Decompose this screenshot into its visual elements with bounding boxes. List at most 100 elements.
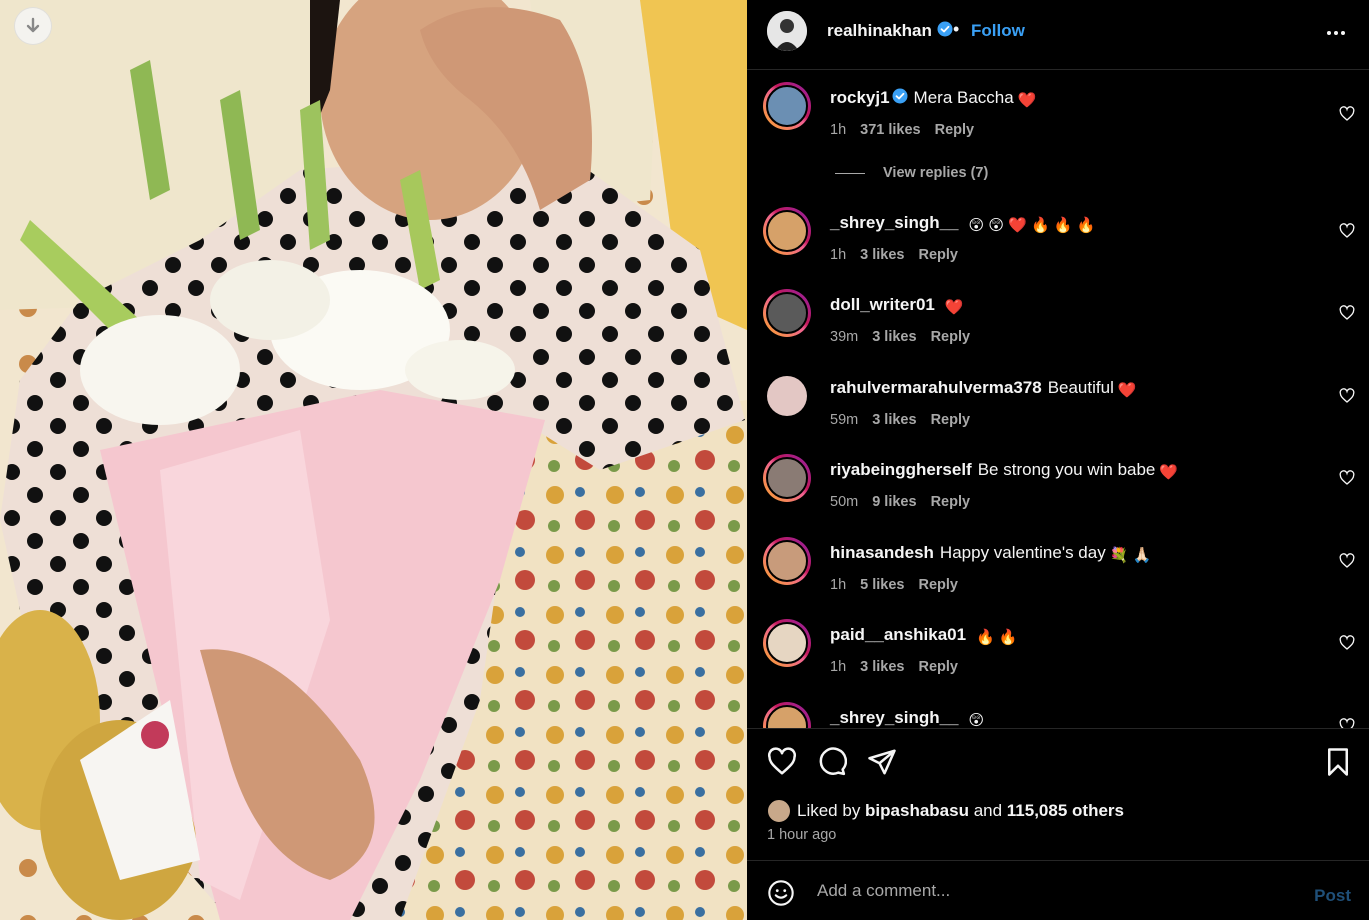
- comment-emojis: ❤️: [1159, 464, 1179, 481]
- comment-like-heart-icon[interactable]: [1339, 223, 1355, 244]
- commenter-avatar[interactable]: [763, 702, 811, 728]
- post-timestamp[interactable]: 1 hour ago: [767, 827, 836, 843]
- comment-body: Be strong you win babe: [977, 460, 1156, 479]
- comment-like-heart-icon[interactable]: [1339, 388, 1355, 409]
- comment-emojis: 💐 🙏🏻: [1109, 547, 1152, 564]
- comments-list[interactable]: rockyj1 Mera Baccha ❤️ 1h 371 likes Reply Vi…: [747, 70, 1369, 728]
- comment-emojis: 🔥 🔥: [976, 629, 1018, 646]
- comment-time: 1h: [830, 247, 847, 263]
- commenter-avatar[interactable]: [763, 619, 811, 667]
- comment-likes[interactable]: 9 likes: [872, 494, 916, 510]
- comment-time: 1h: [830, 122, 847, 138]
- comment-text-line: rahulvermarahulverma378 Beautiful ❤️: [830, 378, 1137, 398]
- comment-text-line: rockyj1 Mera Baccha ❤️: [830, 88, 1036, 109]
- reply-button[interactable]: Reply: [931, 329, 971, 345]
- view-replies-button[interactable]: View replies (7): [835, 165, 988, 181]
- post-actions: Liked by bipashabasu and 115,085 others …: [747, 728, 1369, 860]
- reply-button[interactable]: Reply: [918, 247, 958, 263]
- comment-time: 50m: [830, 494, 859, 510]
- comment-body: Happy valentine's day: [939, 543, 1106, 562]
- arrow-down-icon: [24, 17, 42, 35]
- comment-emojis: ❤️: [944, 299, 964, 316]
- comment-like-heart-icon[interactable]: [1339, 718, 1355, 728]
- comment-meta: 1h 3 likes Reply: [830, 247, 972, 263]
- comment-text-line: paid__anshika01 🔥 🔥: [830, 625, 1018, 645]
- commenter-avatar[interactable]: [763, 537, 811, 585]
- comment-emojis: 😲: [968, 712, 985, 728]
- comment-username[interactable]: _shrey_singh__: [830, 708, 959, 727]
- likes-count[interactable]: 115,085 others: [1007, 801, 1124, 821]
- comment-like-heart-icon[interactable]: [1339, 553, 1355, 574]
- reply-button[interactable]: Reply: [931, 412, 971, 428]
- reply-button[interactable]: Reply: [931, 494, 971, 510]
- comment-item: paid__anshika01 🔥 🔥 1h 3 likes Reply: [747, 617, 1369, 697]
- post-image: [0, 0, 747, 920]
- follow-button[interactable]: Follow: [971, 21, 1025, 41]
- comment-like-heart-icon[interactable]: [1339, 106, 1355, 127]
- comment-username[interactable]: rockyj1: [830, 88, 890, 107]
- comment-username[interactable]: _shrey_singh__: [830, 213, 959, 232]
- commenter-avatar[interactable]: [763, 289, 811, 337]
- comment-username[interactable]: paid__anshika01: [830, 625, 966, 644]
- post-header: realhinakhan • Follow: [747, 0, 1369, 70]
- comment-bubble-icon[interactable]: [817, 747, 848, 782]
- comment-like-heart-icon[interactable]: [1339, 470, 1355, 491]
- reply-button[interactable]: Reply: [918, 659, 958, 675]
- liker-username[interactable]: bipashabasu: [865, 801, 969, 821]
- comment-meta: 1h 5 likes Reply: [830, 577, 972, 593]
- comment-meta: 1h 3 likes Reply: [830, 659, 972, 675]
- comment-emojis: 😲 😲 ❤️ 🔥 🔥 🔥: [968, 217, 1096, 234]
- download-button[interactable]: [14, 7, 52, 45]
- comment-time: 1h: [830, 577, 847, 593]
- comment-username[interactable]: doll_writer01: [830, 295, 935, 314]
- like-heart-icon[interactable]: [767, 747, 797, 782]
- smiley-icon[interactable]: [767, 879, 795, 912]
- comment-input[interactable]: [817, 875, 1287, 907]
- comment-likes[interactable]: 3 likes: [872, 329, 916, 345]
- comment-meta: 59m 3 likes Reply: [830, 412, 984, 428]
- verified-badge-icon: [937, 21, 953, 42]
- comment-item: rockyj1 Mera Baccha ❤️ 1h 371 likes Reply: [747, 80, 1369, 160]
- comment-username[interactable]: hinasandesh: [830, 543, 934, 562]
- liker-avatar: [767, 799, 791, 823]
- comment-likes[interactable]: 371 likes: [860, 122, 920, 138]
- comment-text-line: hinasandesh Happy valentine's day 💐 🙏🏻: [830, 543, 1151, 563]
- comment-likes[interactable]: 5 likes: [860, 577, 904, 593]
- author-avatar[interactable]: [767, 11, 807, 51]
- bookmark-icon[interactable]: [1323, 747, 1353, 782]
- comment-likes[interactable]: 3 likes: [860, 247, 904, 263]
- post-details-panel: realhinakhan • Follow rockyj1 Mera Baccha…: [747, 0, 1369, 920]
- post-comment-button[interactable]: Post: [1314, 886, 1351, 906]
- comment-text-line: _shrey_singh__ 😲 😲 ❤️ 🔥 🔥 🔥: [830, 213, 1095, 233]
- commenter-avatar[interactable]: [763, 454, 811, 502]
- likes-middle: and: [968, 801, 1007, 820]
- comment-username[interactable]: riyabeinggherself: [830, 460, 972, 479]
- comment-likes[interactable]: 3 likes: [860, 659, 904, 675]
- paper-plane-icon[interactable]: [867, 747, 897, 782]
- reply-button[interactable]: Reply: [935, 122, 975, 138]
- comment-text-line: doll_writer01 ❤️: [830, 295, 964, 315]
- comment-item: riyabeinggherself Be strong you win babe ❤…: [747, 452, 1369, 532]
- comment-body: Mera Baccha: [913, 88, 1014, 107]
- comment-item: hinasandesh Happy valentine's day 💐 🙏🏻 1h 5…: [747, 535, 1369, 615]
- comment-text-line: _shrey_singh__ 😲: [830, 708, 984, 728]
- likes-summary[interactable]: Liked by bipashabasu and 115,085 others: [767, 799, 1124, 823]
- commenter-avatar[interactable]: [763, 372, 811, 420]
- author-username-text: realhinakhan: [827, 21, 932, 40]
- reply-button[interactable]: Reply: [918, 577, 958, 593]
- comment-like-heart-icon[interactable]: [1339, 305, 1355, 326]
- commenter-avatar[interactable]: [763, 82, 811, 130]
- comment-like-heart-icon[interactable]: [1339, 635, 1355, 656]
- author-username[interactable]: realhinakhan: [827, 21, 953, 42]
- commenter-avatar[interactable]: [763, 207, 811, 255]
- post-photo[interactable]: [0, 0, 747, 920]
- comment-meta: 39m 3 likes Reply: [830, 329, 984, 345]
- comment-meta: 1h 371 likes Reply: [830, 122, 988, 138]
- more-options-icon[interactable]: [1325, 22, 1347, 49]
- view-replies-label: View replies (7): [883, 165, 989, 181]
- comment-username[interactable]: rahulvermarahulverma378: [830, 378, 1042, 397]
- likes-prefix: Liked by: [797, 801, 866, 820]
- comment-likes[interactable]: 3 likes: [872, 412, 916, 428]
- comment-time: 59m: [830, 412, 859, 428]
- comment-item: rahulvermarahulverma378 Beautiful ❤️ 59m 3 …: [747, 370, 1369, 450]
